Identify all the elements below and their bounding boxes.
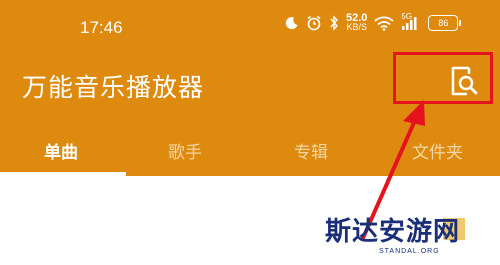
watermark: 斯达安游网 STANDAL.ORG [325, 218, 477, 258]
watermark-subtext: STANDAL.ORG [379, 248, 440, 255]
watermark-text: 斯达安游网 [325, 217, 461, 247]
